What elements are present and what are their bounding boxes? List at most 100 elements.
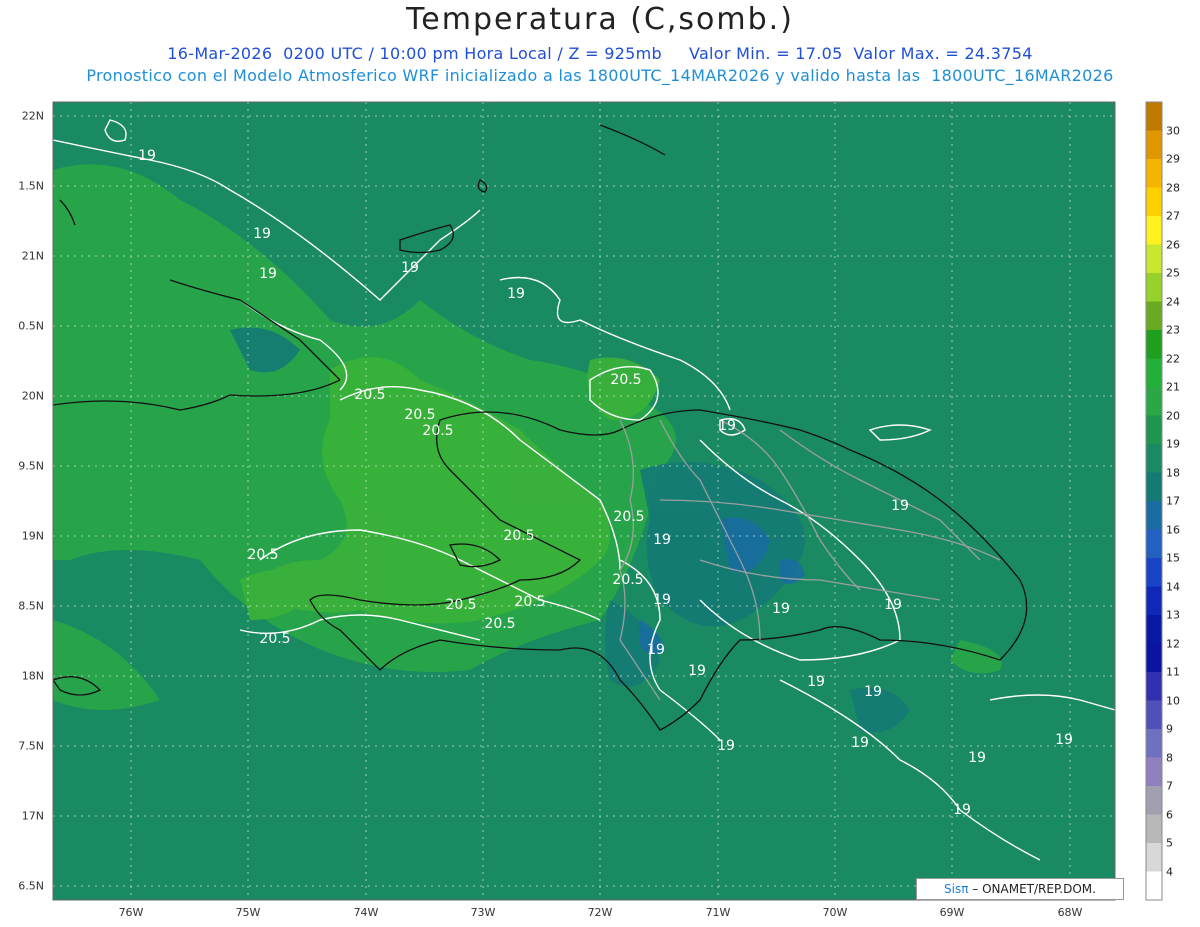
contour-value-label: 20.5: [259, 631, 290, 647]
credit-box: Sisπ – ONAMET/REP.DOM.: [916, 878, 1124, 900]
contour-value-label: 20.5: [612, 572, 643, 588]
lon-label: 70W: [822, 906, 848, 919]
lon-label: 75W: [235, 906, 261, 919]
lat-label: 20N: [21, 389, 44, 403]
colorbar-segment: [1146, 472, 1162, 501]
contour-value-label: 20.5: [613, 509, 644, 525]
colorbar-label: 7: [1166, 779, 1173, 793]
contour-value-label: 19: [851, 735, 869, 751]
lat-label: 6.5N: [18, 879, 44, 893]
contour-value-label: 19: [884, 597, 902, 613]
contour-value-label: 19: [688, 663, 706, 679]
colorbar-segment: [1146, 130, 1162, 159]
contour-value-label: 20.5: [422, 423, 453, 439]
colorbar-segment: [1146, 244, 1162, 273]
colorbar-segment: [1146, 501, 1162, 530]
colorbar-label: 4: [1166, 865, 1173, 878]
colorbar-label: 26: [1166, 238, 1180, 251]
contour-value-label: 19: [718, 418, 736, 434]
contour-value-label: 19: [717, 738, 735, 754]
colorbar-label: 24: [1166, 295, 1180, 308]
colorbar-label: 9: [1166, 722, 1173, 736]
colorbar-segment: [1146, 757, 1162, 786]
colorbar-segment: [1146, 358, 1162, 387]
contour-value-label: 19: [953, 802, 971, 818]
colorbar-label: 28: [1166, 181, 1180, 194]
colorbar-segment: [1146, 529, 1162, 558]
colorbar-label: 16: [1166, 523, 1180, 536]
lon-label: 72W: [587, 906, 613, 919]
colorbar-label: 20: [1166, 409, 1180, 422]
colorbar-segment: [1146, 672, 1162, 701]
contour-value-label: 19: [401, 260, 419, 276]
colorbar-label: 5: [1166, 836, 1173, 850]
colorbar-label: 17: [1166, 494, 1180, 508]
colorbar-segment: [1146, 330, 1162, 359]
contour-value-label: 19: [653, 592, 671, 608]
colorbar-label: 29: [1166, 152, 1180, 166]
lat-label: 19N: [21, 529, 44, 543]
lat-label: 0.5N: [18, 319, 44, 333]
colorbar-segment: [1146, 643, 1162, 672]
contour-value-label: 19: [653, 532, 671, 548]
contour-value-label: 20.5: [503, 528, 534, 544]
sispi-logo-text: Sisπ: [944, 882, 969, 896]
colorbar-segment: [1146, 814, 1162, 843]
colorbar-label: 6: [1166, 808, 1173, 821]
lat-label: 18N: [21, 669, 44, 683]
colorbar-label: 8: [1166, 751, 1173, 764]
contour-value-label: 19: [647, 642, 665, 658]
contour-value-label: 20.5: [514, 594, 545, 610]
contour-value-label: 20.5: [354, 387, 385, 403]
contour-value-label: 20.5: [404, 407, 435, 423]
contour-value-label: 19: [1055, 732, 1073, 748]
lat-label: 17N: [21, 809, 44, 823]
colorbar-segment: [1146, 729, 1162, 758]
colorbar-label: 15: [1166, 551, 1180, 565]
contour-value-label: 19: [891, 498, 909, 514]
contour-value-label: 20.5: [445, 597, 476, 613]
colorbar-segment: [1146, 387, 1162, 416]
contour-value-label: 19: [968, 750, 986, 766]
colorbar: [1145, 101, 1163, 901]
colorbar-segment: [1146, 586, 1162, 615]
contour-value-label: 20.5: [610, 372, 641, 388]
colorbar-segment: [1146, 187, 1162, 216]
contour-value-label: 19: [253, 226, 271, 242]
colorbar-segment: [1146, 700, 1162, 729]
colorbar-segment: [1146, 159, 1162, 188]
lon-label: 76W: [118, 906, 144, 919]
lon-label: 74W: [353, 906, 379, 919]
colorbar-segment: [1146, 301, 1162, 330]
contour-value-label: 19: [772, 601, 790, 617]
colorbar-label: 27: [1166, 209, 1180, 223]
credit-text: – ONAMET/REP.DOM.: [968, 882, 1096, 896]
colorbar-label: 11: [1166, 665, 1180, 679]
contour-value-label: 19: [507, 286, 525, 302]
colorbar-label: 13: [1166, 608, 1180, 622]
contour-value-label: 20.5: [484, 616, 515, 632]
colorbar-segment: [1146, 102, 1162, 131]
lat-label: 21N: [21, 249, 44, 263]
contour-value-label: 19: [138, 148, 156, 164]
contour-value-label: 19: [807, 674, 825, 690]
colorbar-label: 10: [1166, 694, 1180, 707]
lat-label: 7.5N: [18, 739, 44, 753]
colorbar-segment: [1146, 615, 1162, 644]
colorbar-label: 12: [1166, 637, 1180, 650]
colorbar-segment: [1146, 415, 1162, 444]
contour-value-label: 19: [259, 266, 277, 282]
colorbar-segment: [1146, 558, 1162, 587]
lat-label: 1.5N: [18, 179, 44, 193]
colorbar-label: 22: [1166, 352, 1180, 365]
lon-label: 68W: [1057, 906, 1083, 919]
colorbar-segment: [1146, 273, 1162, 302]
lat-label: 8.5N: [18, 599, 44, 613]
colorbar-label: 21: [1166, 380, 1180, 394]
lon-label: 71W: [705, 906, 731, 919]
colorbar-label: 23: [1166, 323, 1180, 337]
colorbar-label: 14: [1166, 580, 1180, 593]
colorbar-segment: [1146, 871, 1162, 900]
lon-label: 69W: [939, 906, 965, 919]
colorbar-segment: [1146, 786, 1162, 815]
